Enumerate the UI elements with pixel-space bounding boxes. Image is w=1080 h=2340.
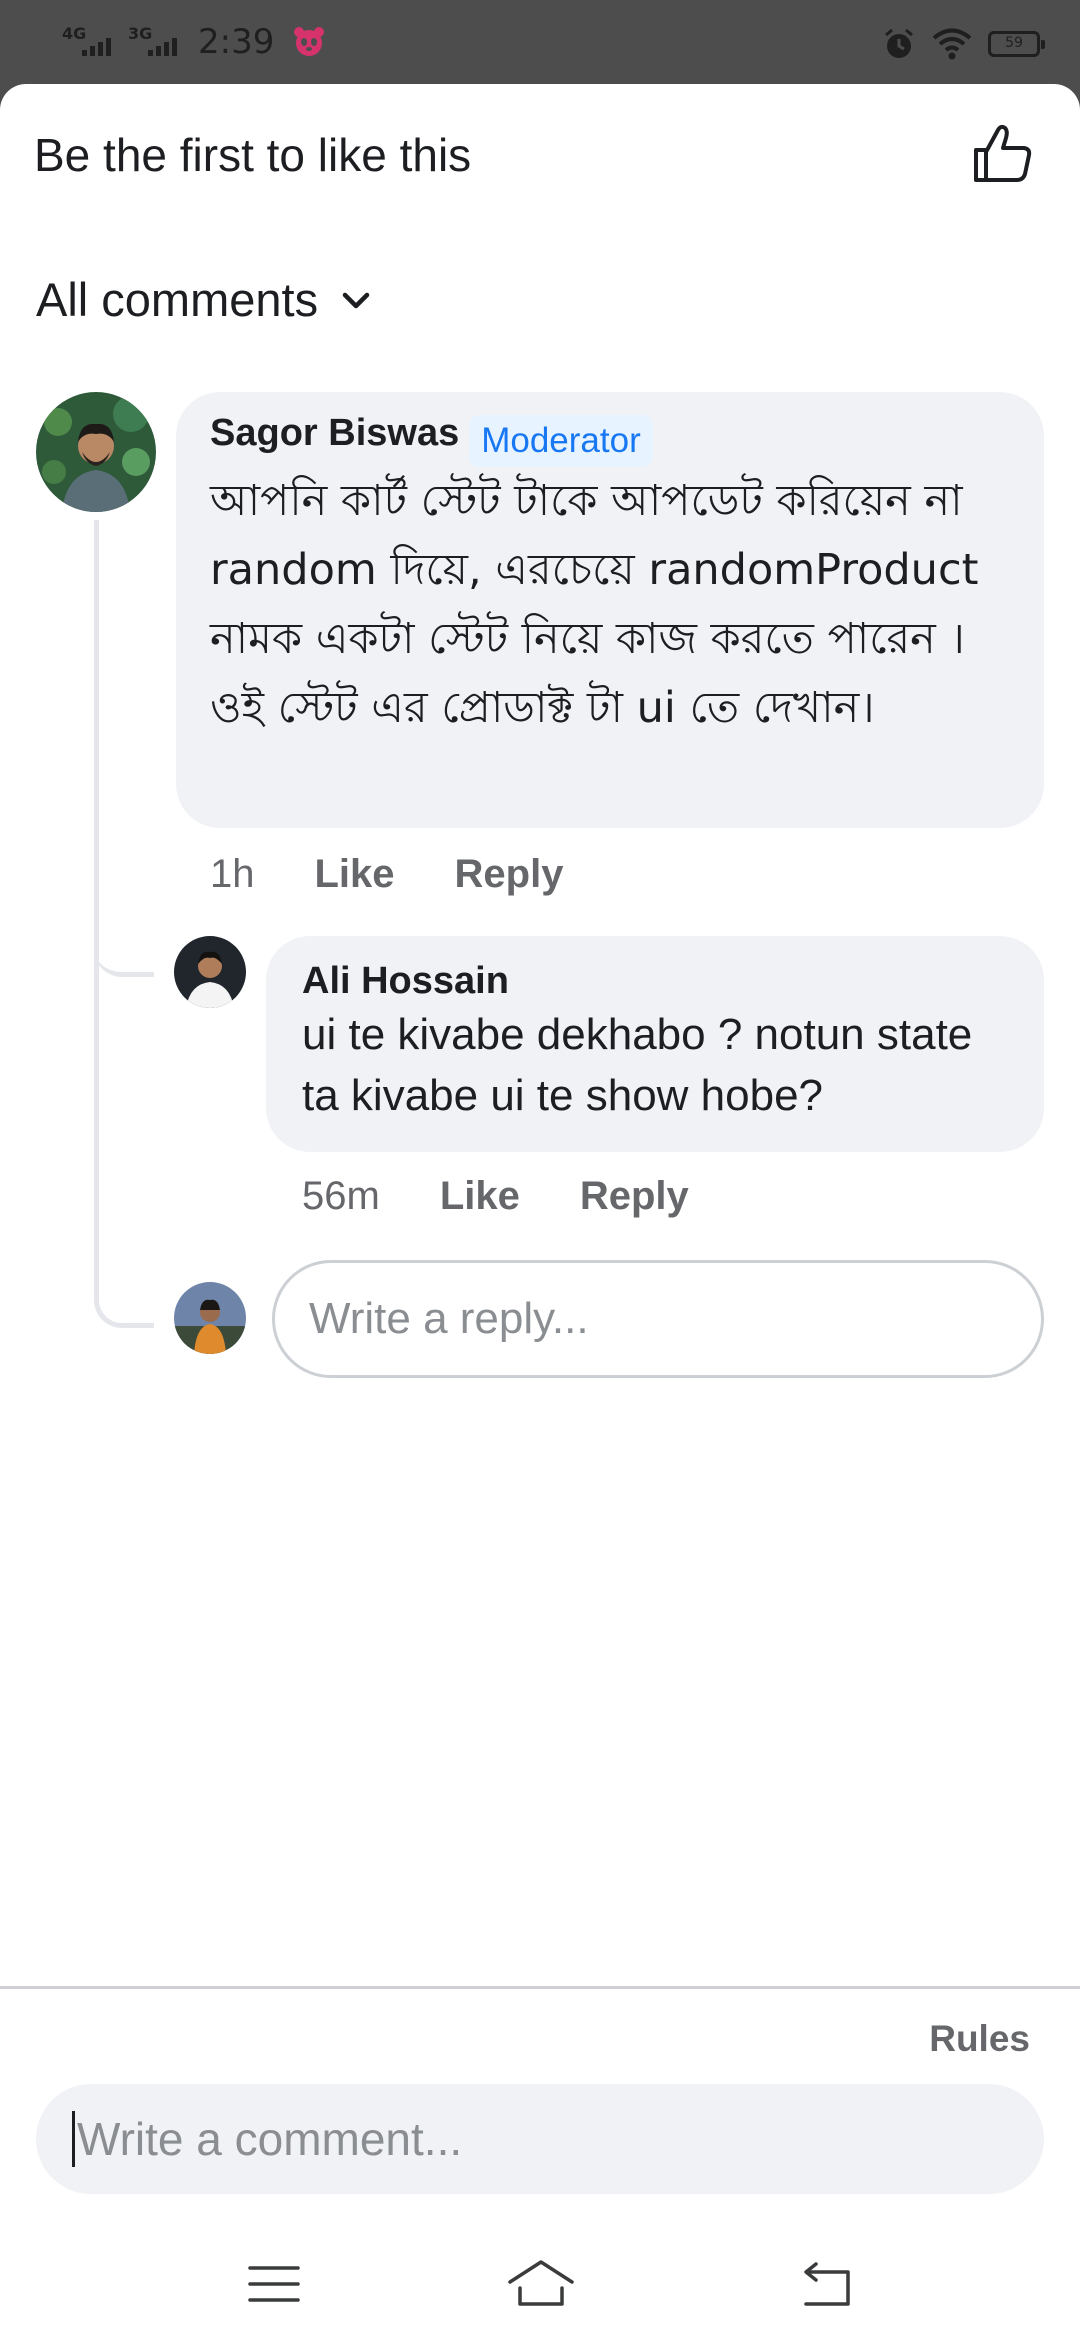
- thumbs-up-icon[interactable]: [970, 122, 1034, 186]
- comment-author[interactable]: Ali Hossain: [302, 958, 1012, 1004]
- signal-4g-icon: 4G: [62, 20, 118, 64]
- avatar[interactable]: [36, 392, 156, 512]
- back-icon[interactable]: [796, 2254, 856, 2314]
- alarm-icon: [885, 28, 913, 58]
- like-button[interactable]: Like: [440, 1174, 520, 1219]
- user-avatar: [174, 1282, 246, 1354]
- comments-sheet: Be the first to like this All comments S…: [0, 84, 1080, 2340]
- reply-bubble[interactable]: Ali Hossain ui te kivabe dekhabo ? notun…: [266, 936, 1044, 1152]
- menu-icon[interactable]: [244, 2254, 304, 2314]
- panda-app-icon: [294, 27, 325, 56]
- divider: [0, 1986, 1080, 1989]
- wifi-icon: [932, 28, 972, 60]
- comment-time: 56m: [302, 1174, 380, 1218]
- sort-label: All comments: [36, 273, 319, 326]
- reply-button[interactable]: Reply: [580, 1174, 689, 1219]
- clock: 2:39: [198, 22, 275, 62]
- home-icon[interactable]: [506, 2254, 576, 2314]
- thread-branch-line: [94, 520, 154, 977]
- reply-input[interactable]: Write a reply...: [272, 1260, 1044, 1378]
- comment-time: 1h: [210, 852, 255, 896]
- status-bar: 4G 3G 2:39 59: [0, 0, 1080, 84]
- avatar[interactable]: [174, 936, 246, 1008]
- like-summary: Be the first to like this: [34, 129, 472, 181]
- comment-text: আপনি কার্ট স্টেট টাকে আপডেট করিয়েন না r…: [210, 475, 979, 733]
- navigation-bar: [0, 2234, 1080, 2340]
- signal-3g-icon: 3G: [128, 20, 184, 64]
- rules-link[interactable]: Rules: [929, 2018, 1030, 2060]
- reply-actions: 56m Like Reply: [302, 1174, 689, 1219]
- reply-button[interactable]: Reply: [455, 852, 564, 897]
- moderator-badge: Moderator: [469, 414, 653, 467]
- battery-icon: 59: [988, 31, 1045, 57]
- text-caret: [72, 2110, 75, 2167]
- chevron-down-icon: [342, 292, 370, 308]
- comment-author[interactable]: Sagor Biswas: [210, 412, 459, 454]
- comment-input[interactable]: Write a comment...: [36, 2084, 1044, 2194]
- comment-bubble[interactable]: Sagor Biswas Moderator আপনি কার্ট স্টেট ট…: [176, 392, 1044, 828]
- comment-text: ui te kivabe dekhabo ? notun state ta ki…: [302, 1010, 973, 1120]
- comment-actions: 1h Like Reply: [210, 852, 563, 897]
- like-button[interactable]: Like: [315, 852, 395, 897]
- comment-sort-dropdown[interactable]: All comments: [36, 272, 372, 327]
- comment-input-placeholder: Write a comment...: [77, 2113, 463, 2165]
